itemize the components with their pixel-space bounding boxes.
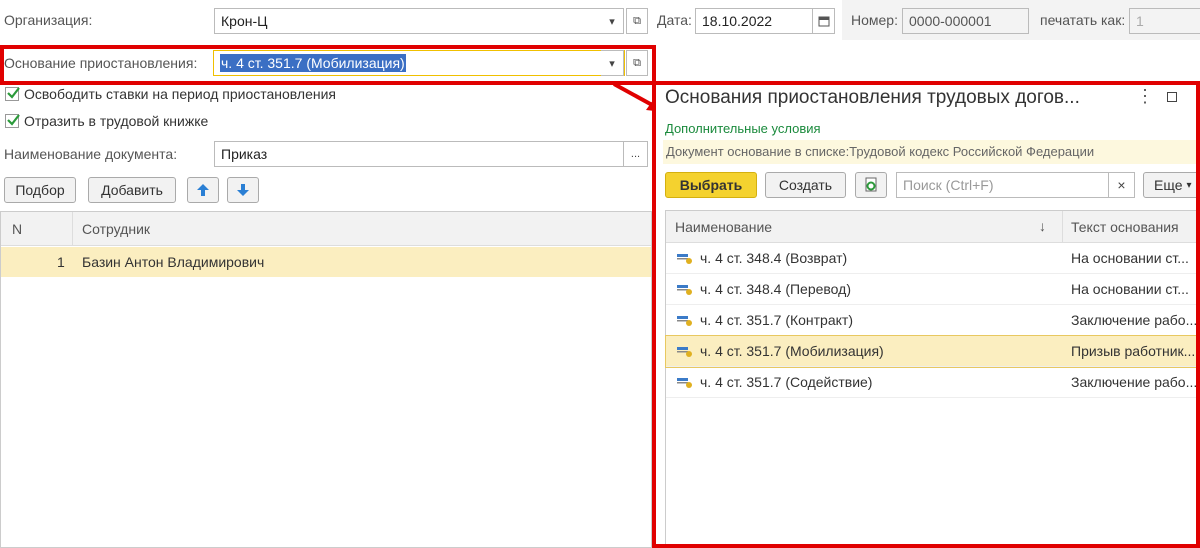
row-number: 1: [57, 254, 65, 270]
refresh-button[interactable]: [855, 172, 887, 198]
chevron-down-icon: ▾: [609, 15, 615, 28]
organization-open-button[interactable]: ⧉: [626, 8, 648, 34]
catalog-item-icon: [677, 285, 692, 295]
number-value: 0000-000001: [909, 13, 992, 29]
catalog-item-icon: [677, 254, 692, 264]
catalog-item-icon: [677, 378, 692, 388]
free-rates-checkbox[interactable]: [5, 87, 20, 101]
open-window-icon: ⧉: [633, 14, 641, 27]
free-rates-label: Освободить ставки на период приостановле…: [24, 86, 337, 102]
organization-dropdown-button[interactable]: ▾: [601, 8, 624, 34]
print-as-value: 1: [1136, 13, 1144, 29]
row-name: ч. 4 ст. 348.4 (Перевод): [700, 281, 851, 297]
search-input[interactable]: Поиск (Ctrl+F): [896, 172, 1109, 198]
number-field[interactable]: 0000-000001: [902, 8, 1029, 34]
create-button-label: Создать: [778, 177, 833, 193]
row-name: ч. 4 ст. 351.7 (Контракт): [700, 312, 853, 328]
popup-title: Основания приостановления трудовых догов…: [665, 87, 1080, 108]
clear-search-button[interactable]: ×: [1109, 172, 1135, 198]
header-divider: [1062, 211, 1063, 242]
workbook-label: Отразить в трудовой книжке: [24, 113, 209, 129]
basis-open-button[interactable]: ⧉: [626, 50, 648, 76]
print-as-field[interactable]: 1: [1129, 8, 1200, 34]
move-down-button[interactable]: [227, 177, 259, 203]
chevron-down-icon: ▾: [609, 57, 615, 70]
docname-label: Наименование документа:: [4, 146, 178, 162]
list-item[interactable]: ч. 4 ст. 351.7 (Мобилизация) Призыв работ…: [665, 335, 1200, 368]
maximize-icon[interactable]: [1167, 92, 1177, 102]
date-field[interactable]: 18.10.2022: [695, 8, 813, 34]
row-name: ч. 4 ст. 348.4 (Возврат): [700, 250, 848, 266]
number-label: Номер:: [851, 12, 898, 28]
filter-note-bar: Документ основание в списке:Трудовой код…: [663, 140, 1200, 164]
choose-button[interactable]: Выбрать: [665, 172, 757, 198]
header-divider: [72, 212, 73, 245]
arrow-up-icon: [197, 184, 209, 196]
col-n-header[interactable]: N: [12, 221, 22, 237]
document-refresh-icon: [865, 177, 877, 192]
organization-label: Организация:: [4, 12, 93, 28]
select-button[interactable]: Подбор: [4, 177, 76, 203]
workbook-checkbox[interactable]: [5, 114, 20, 128]
date-label: Дата:: [657, 12, 692, 28]
list-item[interactable]: ч. 4 ст. 351.7 (Содействие) Заключение ра…: [666, 367, 1200, 398]
row-text: Призыв работник...: [1071, 343, 1196, 359]
basis-field[interactable]: ч. 4 ст. 351.7 (Мобилизация): [213, 50, 625, 76]
calendar-icon: [818, 16, 829, 27]
more-dots-icon: ...: [630, 148, 641, 160]
list-item[interactable]: ч. 4 ст. 348.4 (Перевод) На основании ст.…: [666, 274, 1200, 305]
row-name: ч. 4 ст. 351.7 (Содействие): [700, 374, 873, 390]
row-text: На основании ст...: [1071, 281, 1189, 297]
move-up-button[interactable]: [187, 177, 219, 203]
calendar-button[interactable]: [813, 8, 835, 34]
organization-value: Крон-Ц: [221, 13, 268, 29]
additional-conditions-link[interactable]: Дополнительные условия: [665, 121, 821, 136]
print-as-label: печатать как:: [1040, 12, 1126, 28]
chevron-down-icon: ▾: [1186, 179, 1192, 191]
search-placeholder: Поиск (Ctrl+F): [903, 177, 994, 193]
col-employee-header[interactable]: Сотрудник: [82, 221, 150, 237]
row-text: На основании ст...: [1071, 250, 1189, 266]
date-value: 18.10.2022: [702, 13, 773, 29]
sort-arrow-icon: ↓: [1039, 218, 1046, 234]
row-name: ч. 4 ст. 351.7 (Мобилизация): [700, 343, 884, 359]
catalog-item-icon: [677, 316, 692, 326]
docname-value: Приказ: [221, 146, 268, 162]
more-vertical-icon[interactable]: ⋮: [1136, 86, 1154, 107]
basis-label: Основание приостановления:: [4, 55, 198, 71]
checkmark-icon: [7, 87, 20, 99]
list-item[interactable]: ч. 4 ст. 348.4 (Возврат) На основании ст.…: [666, 243, 1200, 274]
docname-field[interactable]: Приказ: [214, 141, 624, 167]
add-button-label: Добавить: [101, 182, 163, 198]
row-text: Заключение рабо...: [1071, 374, 1198, 390]
filter-note: Документ основание в списке:Трудовой код…: [666, 144, 1095, 159]
row-employee: Базин Антон Владимирович: [82, 254, 265, 270]
open-window-icon: ⧉: [633, 56, 641, 69]
choose-button-label: Выбрать: [679, 177, 743, 193]
clear-icon: ×: [1117, 177, 1126, 193]
col-name-header[interactable]: Наименование: [675, 219, 772, 235]
more-actions-button[interactable]: Еще ▾: [1143, 172, 1200, 198]
col-text-header[interactable]: Текст основания: [1071, 219, 1179, 235]
catalog-item-icon: [677, 347, 692, 357]
organization-field[interactable]: Крон-Ц: [214, 8, 624, 34]
list-item[interactable]: ч. 4 ст. 351.7 (Контракт) Заключение рабо…: [666, 305, 1200, 336]
basis-dropdown-button[interactable]: ▾: [601, 50, 624, 76]
select-button-label: Подбор: [15, 182, 65, 198]
arrow-down-icon: [237, 184, 249, 196]
table-row[interactable]: 1 Базин Антон Владимирович: [1, 247, 651, 277]
row-text: Заключение рабо...: [1071, 312, 1198, 328]
more-actions-label: Еще: [1154, 177, 1183, 193]
checkmark-icon: [7, 114, 20, 126]
basis-value: ч. 4 ст. 351.7 (Мобилизация): [220, 54, 406, 72]
add-button[interactable]: Добавить: [88, 177, 176, 203]
docname-more-button[interactable]: ...: [624, 141, 648, 167]
create-button[interactable]: Создать: [765, 172, 846, 198]
